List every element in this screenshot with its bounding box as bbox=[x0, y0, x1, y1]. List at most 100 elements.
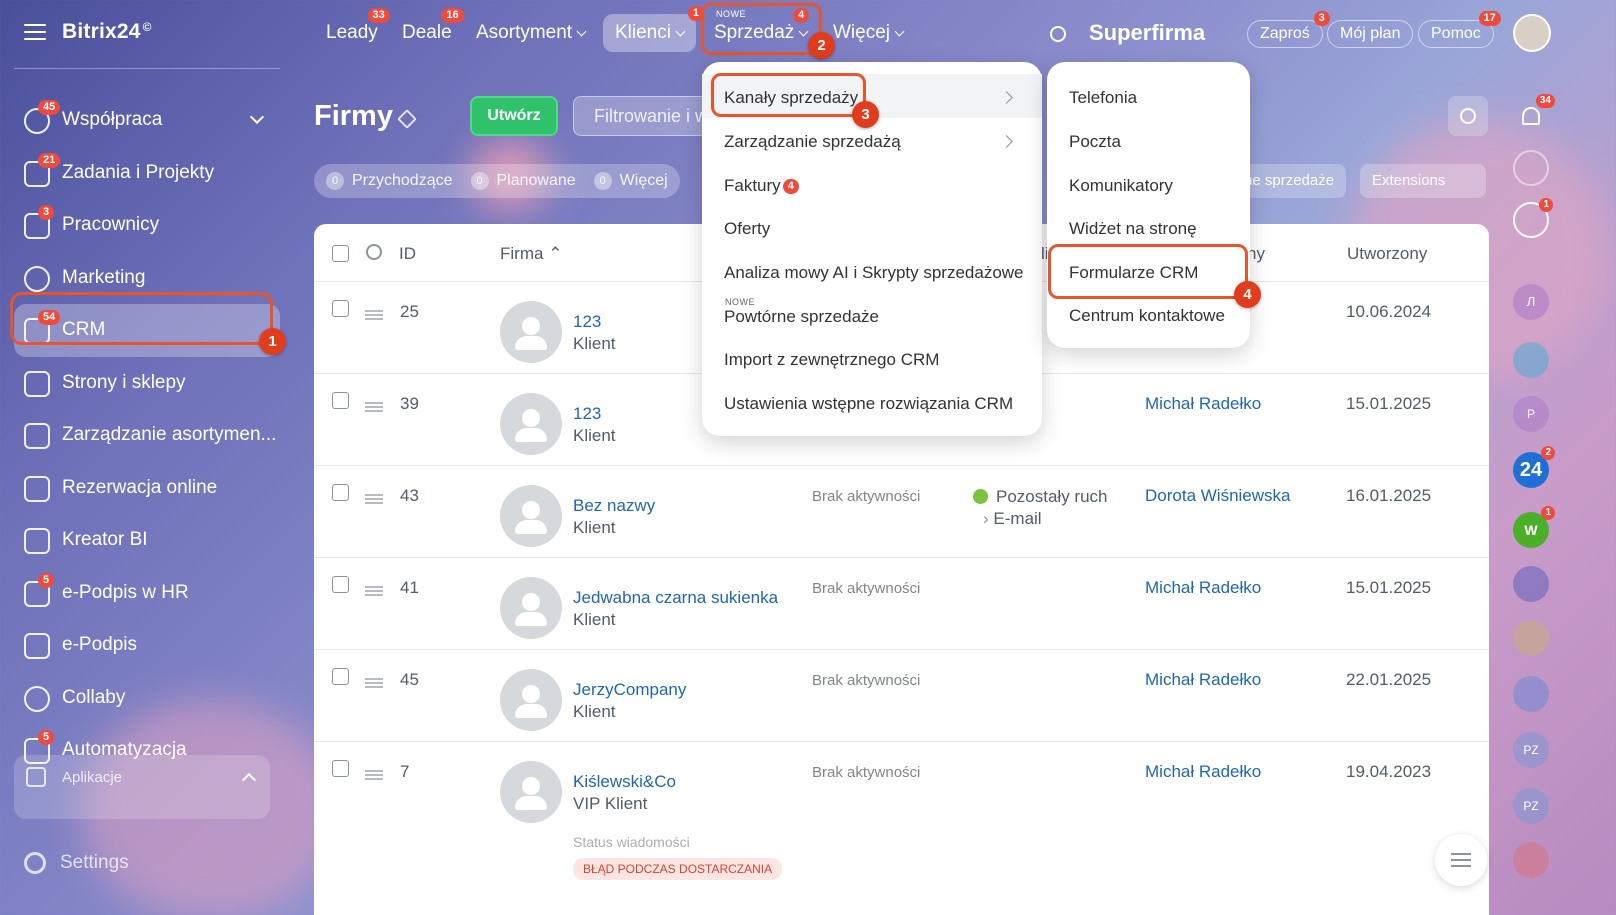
table-row[interactable]: 7 Kiślewski&Co VIP Klient Brak aktywności… bbox=[314, 742, 1489, 915]
tab-leady[interactable]: Leady 33 bbox=[326, 8, 390, 44]
tab-asortyment[interactable]: Asortyment bbox=[476, 22, 587, 44]
company-link[interactable]: Jedwabna czarna sukienka bbox=[573, 588, 778, 608]
menu-item-faktury[interactable]: Faktury 4 bbox=[724, 176, 799, 196]
activity-status[interactable]: Brak aktywności bbox=[812, 580, 920, 597]
select-all-checkbox[interactable] bbox=[332, 245, 349, 262]
menu-item-powtorne[interactable]: Powtórne sprzedaże bbox=[724, 307, 879, 327]
company-name[interactable]: Superfirma bbox=[1089, 20, 1205, 46]
header-firma[interactable]: Firma ⌃ bbox=[500, 244, 562, 264]
bell-icon[interactable]: 34 bbox=[1513, 94, 1555, 136]
filter-input[interactable]: Filtrowanie i wyszukiwanie bbox=[573, 96, 723, 136]
menu-item-centrum[interactable]: Centrum kontaktowe bbox=[1069, 306, 1225, 326]
menu-item-poczta[interactable]: Poczta bbox=[1069, 132, 1121, 152]
sidebar-item-collaby[interactable]: Collaby bbox=[14, 672, 280, 725]
sidebar-item-epodpis[interactable]: e-Podpis bbox=[14, 619, 280, 672]
search-icon[interactable] bbox=[1050, 26, 1066, 42]
menu-item-widzet[interactable]: Widżet na stronę bbox=[1069, 219, 1197, 239]
header-created[interactable]: Utworzony bbox=[1347, 244, 1427, 264]
create-button[interactable]: Utwórz bbox=[470, 96, 558, 136]
row-checkbox[interactable] bbox=[332, 576, 349, 593]
chat-avatar-pz[interactable]: PZ bbox=[1513, 732, 1549, 768]
counter-incoming[interactable]: 0 Przychodzące bbox=[326, 172, 453, 190]
gear-icon[interactable] bbox=[366, 244, 382, 260]
video-call-icon[interactable] bbox=[1513, 842, 1549, 878]
activity-status[interactable]: Brak aktywności bbox=[812, 764, 920, 781]
apps-section[interactable]: Aplikacje bbox=[14, 755, 270, 819]
menu-item-analiza[interactable]: Analiza mowy AI i Skrypty sprzedażowe bbox=[724, 263, 1024, 283]
chat-avatar-p[interactable]: P bbox=[1513, 396, 1549, 432]
tab-deale[interactable]: Deale 16 bbox=[402, 8, 464, 44]
pin-icon[interactable] bbox=[397, 109, 417, 129]
counter-planned[interactable]: 0 Planowane bbox=[470, 172, 576, 190]
tab-klienci[interactable]: Klienci 1 bbox=[603, 6, 704, 52]
company-link[interactable]: 123 bbox=[573, 312, 601, 332]
table-row[interactable]: 41 Jedwabna czarna sukienka Klient Brak a… bbox=[314, 558, 1489, 650]
drag-handle-icon[interactable] bbox=[365, 402, 383, 412]
row-checkbox[interactable] bbox=[332, 392, 349, 409]
chevron-up-icon[interactable] bbox=[241, 772, 257, 788]
menu-item-import[interactable]: Import z zewnętrznego CRM bbox=[724, 350, 939, 370]
row-checkbox[interactable] bbox=[332, 668, 349, 685]
drag-handle-icon[interactable] bbox=[365, 678, 383, 688]
settings-link[interactable]: Settings bbox=[24, 852, 129, 874]
logo[interactable]: Bitrix24 © bbox=[62, 20, 152, 44]
company-link[interactable]: Kiślewski&Co bbox=[573, 772, 676, 792]
responsible-link[interactable]: Michał Radełko bbox=[1145, 762, 1261, 782]
responsible-link[interactable]: Michał Radełko bbox=[1145, 394, 1261, 414]
sidebar-item-strony[interactable]: Strony i sklepy bbox=[14, 357, 280, 410]
company-link[interactable]: 123 bbox=[573, 404, 601, 424]
responsible-link[interactable]: Michał Radełko bbox=[1145, 578, 1261, 598]
menu-item-komunikatory[interactable]: Komunikatory bbox=[1069, 176, 1173, 196]
extensions-button[interactable]: Extensions bbox=[1360, 164, 1486, 198]
header-id[interactable]: ID bbox=[399, 244, 416, 264]
menu-item-telefonia[interactable]: Telefonia bbox=[1069, 88, 1137, 108]
drag-handle-icon[interactable] bbox=[365, 586, 383, 596]
chat-avatar[interactable] bbox=[1513, 566, 1549, 602]
table-row[interactable]: 45 JerzyCompany Klient Brak aktywności Mi… bbox=[314, 650, 1489, 742]
sidebar-item-pracownicy[interactable]: 3 Pracownicy bbox=[14, 199, 280, 252]
chat-avatar-group[interactable] bbox=[1513, 676, 1549, 712]
chat-avatar-w[interactable]: W1 bbox=[1513, 506, 1555, 548]
sidebar-item-zadania[interactable]: 21 Zadania i Projekty bbox=[14, 147, 280, 200]
table-row[interactable]: 43 Bez nazwy Klient Brak aktywności Pozos… bbox=[314, 466, 1489, 558]
company-link[interactable]: JerzyCompany bbox=[573, 680, 686, 700]
tab-wiecej[interactable]: Więcej bbox=[833, 22, 905, 44]
activity-status[interactable]: Brak aktywności bbox=[812, 488, 920, 505]
menu-icon[interactable] bbox=[24, 24, 46, 40]
sidebar-item-asortyment[interactable]: Zarządzanie asortymen... bbox=[14, 409, 280, 462]
chat-sync-icon[interactable]: 1 bbox=[1513, 198, 1553, 238]
chevron-down-icon[interactable] bbox=[249, 109, 265, 125]
counter-more[interactable]: 0 Więcej bbox=[593, 172, 668, 190]
sidebar-item-kreator-bi[interactable]: Kreator BI bbox=[14, 514, 280, 567]
activity-status[interactable]: Brak aktywności bbox=[812, 672, 920, 689]
target-icon[interactable] bbox=[1513, 150, 1549, 186]
company-link[interactable]: Bez nazwy bbox=[573, 496, 655, 516]
invite-button[interactable]: Zaproś 3 bbox=[1247, 11, 1330, 48]
avatar[interactable] bbox=[1513, 14, 1551, 52]
list-menu-button[interactable] bbox=[1435, 834, 1487, 886]
my-plan-button[interactable]: Mój plan bbox=[1327, 20, 1414, 48]
sidebar-item-rezerwacja[interactable]: Rezerwacja online bbox=[14, 462, 280, 515]
menu-item-ustawienia[interactable]: Ustawienia wstępne rozwiązania CRM bbox=[724, 394, 1013, 414]
highlight-sprzedaz bbox=[701, 3, 822, 55]
row-checkbox[interactable] bbox=[332, 300, 349, 317]
responsible-link[interactable]: Michał Radełko bbox=[1145, 670, 1261, 690]
chat-avatar-pz[interactable]: PZ bbox=[1513, 788, 1549, 824]
sidebar-item-epodpis-hr[interactable]: 5 e-Podpis w HR bbox=[14, 567, 280, 620]
responsible-link[interactable]: Dorota Wiśniewska bbox=[1145, 486, 1291, 506]
help-button[interactable]: Pomoc 17 bbox=[1418, 11, 1501, 48]
chat-avatar-ll[interactable]: Л bbox=[1513, 284, 1549, 320]
menu-item-oferty[interactable]: Oferty bbox=[724, 219, 770, 239]
sidebar-item-wspolpraca[interactable]: 45 Współpraca bbox=[14, 94, 280, 147]
chat-avatar-group[interactable] bbox=[1513, 342, 1549, 378]
grid-settings-button[interactable] bbox=[1448, 96, 1488, 136]
drag-handle-icon[interactable] bbox=[365, 310, 383, 320]
menu-item-zarzadzanie[interactable]: Zarządzanie sprzedażą bbox=[724, 132, 1013, 152]
row-checkbox[interactable] bbox=[332, 760, 349, 777]
drag-handle-icon[interactable] bbox=[365, 770, 383, 780]
row-id: 7 bbox=[400, 762, 410, 781]
chat-avatar[interactable] bbox=[1513, 620, 1549, 656]
row-checkbox[interactable] bbox=[332, 484, 349, 501]
bitrix24-chat[interactable]: 24 2 bbox=[1513, 446, 1555, 488]
drag-handle-icon[interactable] bbox=[365, 494, 383, 504]
